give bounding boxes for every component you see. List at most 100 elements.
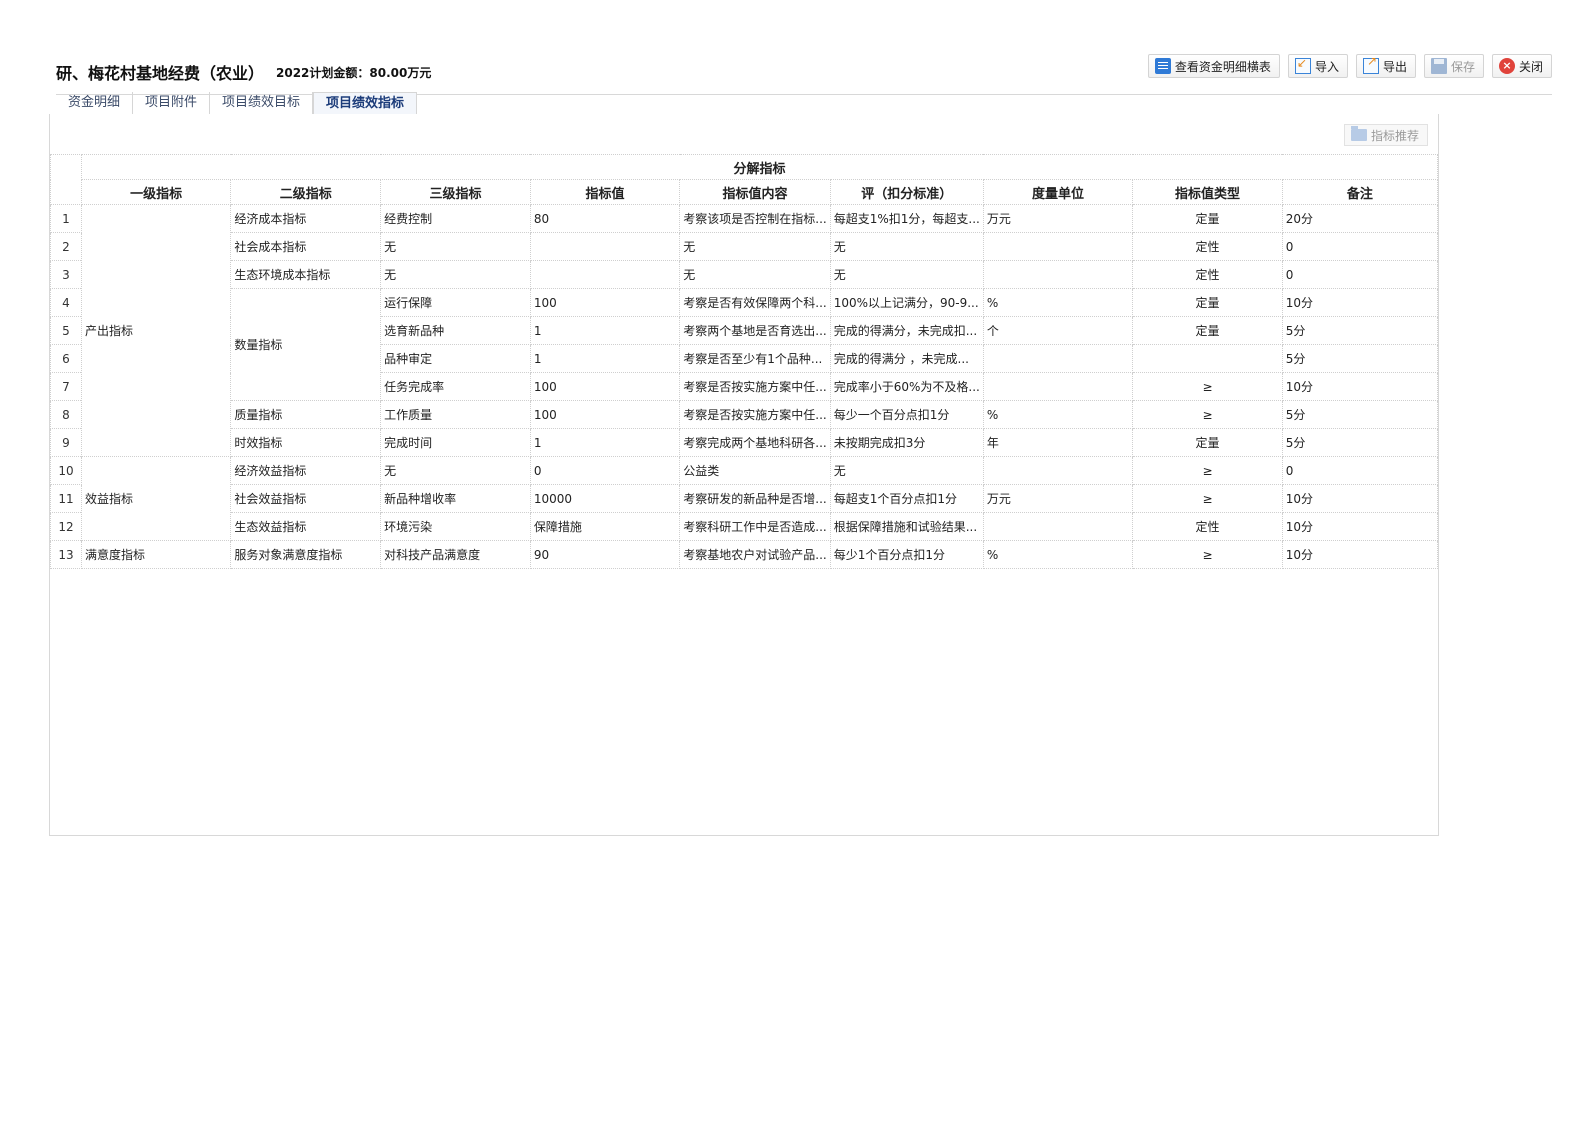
cell-value[interactable]: 100 (529, 288, 681, 317)
table-row[interactable]: 1 产出指标 经济成本指标 经费控制 80 考察该项是否控制在指标... 每超支… (50, 204, 1439, 457)
cell-note[interactable]: 10分 (1281, 288, 1439, 317)
cell-type[interactable]: ≥ (1132, 540, 1283, 569)
cell-value[interactable]: 1 (529, 428, 681, 457)
table-row[interactable]: 12 生态效益指标 环境污染 保障措施 考察科研工作中是否造成... 根据保障措… (50, 512, 1439, 541)
cell-type[interactable]: 定量 (1132, 428, 1283, 457)
cell-content[interactable]: 考察该项是否控制在指标... (679, 204, 831, 233)
cell-value[interactable]: 80 (529, 204, 681, 233)
cell-level1[interactable]: 满意度指标 (80, 540, 232, 569)
cell-level3[interactable]: 无 (380, 260, 531, 289)
cell-score[interactable]: 无 (829, 456, 984, 485)
cell-level2[interactable]: 生态效益指标 (230, 512, 382, 541)
col-header-level3[interactable]: 三级指标 (380, 179, 531, 205)
cell-note[interactable]: 5分 (1281, 428, 1439, 457)
cell-level3[interactable]: 经费控制 (380, 204, 531, 233)
table-row[interactable]: 4 数量指标 运行保障 100 考察是否有效保障两个科... 100%以上记满分… (50, 288, 1439, 401)
cell-level2[interactable]: 社会效益指标 (230, 484, 382, 513)
col-header-score[interactable]: 评（扣分标准） (829, 179, 984, 205)
cell-type[interactable]: 定性 (1132, 512, 1283, 541)
cell-level1[interactable]: 效益指标 (80, 456, 232, 541)
cell-unit[interactable]: 万元 (982, 484, 1134, 513)
cell-type[interactable]: 定性 (1132, 232, 1283, 261)
cell-level2[interactable]: 质量指标 (230, 400, 382, 429)
cell-note[interactable]: 5分 (1281, 316, 1439, 345)
col-header-value[interactable]: 指标值 (529, 179, 681, 205)
table-row[interactable]: 8 质量指标 工作质量 100 考察是否按实施方案中任... 每少一个百分点扣1… (50, 400, 1439, 429)
cell-value[interactable] (529, 260, 681, 289)
cell-content[interactable]: 考察基地农户对试验产品... (679, 540, 831, 569)
cell-level3[interactable]: 无 (380, 232, 531, 261)
cell-note[interactable]: 20分 (1281, 204, 1439, 233)
cell-level3[interactable]: 任务完成率 (380, 372, 531, 401)
cell-level3[interactable]: 运行保障 (380, 288, 531, 317)
col-header-level1[interactable]: 一级指标 (80, 179, 232, 205)
col-header-level2[interactable]: 二级指标 (230, 179, 382, 205)
cell-value[interactable]: 100 (529, 400, 681, 429)
table-row[interactable]: 10 效益指标 经济效益指标 无 0 公益类 无 ≥ 0 (50, 456, 1439, 541)
cell-unit[interactable] (982, 232, 1134, 261)
table-row[interactable]: 2 社会成本指标 无 无 无 定性 0 (50, 232, 1439, 261)
cell-note[interactable]: 0 (1281, 260, 1439, 289)
cell-value[interactable]: 100 (529, 372, 681, 401)
cell-unit[interactable] (982, 260, 1134, 289)
cell-type[interactable]: 定量 (1132, 316, 1283, 345)
view-fund-detail-button[interactable]: 查看资金明细横表 (1147, 54, 1280, 78)
import-button[interactable]: 导入 (1287, 54, 1348, 78)
cell-note[interactable]: 0 (1281, 456, 1439, 485)
cell-score[interactable]: 无 (829, 260, 984, 289)
cell-type[interactable]: ≥ (1132, 456, 1283, 485)
cell-note[interactable]: 10分 (1281, 540, 1439, 569)
cell-type[interactable]: ≥ (1132, 400, 1283, 429)
cell-type[interactable]: ≥ (1132, 484, 1283, 513)
cell-unit[interactable]: % (982, 540, 1134, 569)
save-button[interactable]: 保存 (1423, 54, 1484, 78)
cell-content[interactable]: 无 (679, 232, 831, 261)
tab-performance-goals[interactable]: 项目绩效目标 (210, 92, 314, 114)
cell-level3[interactable]: 无 (380, 456, 531, 485)
cell-type[interactable] (1132, 344, 1283, 373)
cell-unit[interactable]: 年 (982, 428, 1134, 457)
cell-type[interactable]: 定量 (1132, 204, 1283, 233)
cell-score[interactable]: 无 (829, 232, 984, 261)
cell-level3[interactable]: 品种审定 (380, 344, 531, 373)
cell-value[interactable]: 保障措施 (529, 512, 681, 541)
cell-content[interactable]: 考察是否按实施方案中任... (679, 372, 831, 401)
cell-level2[interactable]: 数量指标 (230, 288, 382, 401)
cell-content[interactable]: 考察研发的新品种是否增... (679, 484, 831, 513)
table-row[interactable]: 3 生态环境成本指标 无 无 无 定性 0 (50, 260, 1439, 289)
cell-score[interactable]: 100%以上记满分，90-9... (829, 288, 984, 317)
cell-value[interactable]: 1 (529, 316, 681, 345)
cell-score[interactable]: 未按期完成扣3分 (829, 428, 984, 457)
cell-content[interactable]: 无 (679, 260, 831, 289)
cell-score[interactable]: 根据保障措施和试验结果... (829, 512, 984, 541)
cell-score[interactable]: 完成的得满分，未完成扣... (829, 316, 984, 345)
table-row[interactable]: 11 社会效益指标 新品种增收率 10000 考察研发的新品种是否增... 每超… (50, 484, 1439, 513)
cell-content[interactable]: 考察科研工作中是否造成... (679, 512, 831, 541)
cell-level2[interactable]: 经济成本指标 (230, 204, 382, 233)
cell-unit[interactable]: % (982, 400, 1134, 429)
cell-note[interactable]: 10分 (1281, 512, 1439, 541)
cell-value[interactable]: 10000 (529, 484, 681, 513)
cell-score[interactable]: 完成的得满分 ，未完成... (829, 344, 984, 373)
close-button[interactable]: × 关闭 (1491, 54, 1552, 78)
cell-level3[interactable]: 工作质量 (380, 400, 531, 429)
cell-note[interactable]: 5分 (1281, 344, 1439, 373)
table-row[interactable]: 9 时效指标 完成时间 1 考察完成两个基地科研各... 未按期完成扣3分 年 … (50, 428, 1439, 457)
cell-score[interactable]: 完成率小于60%为不及格... (829, 372, 984, 401)
col-header-unit[interactable]: 度量单位 (982, 179, 1134, 205)
cell-value[interactable]: 0 (529, 456, 681, 485)
cell-content[interactable]: 考察完成两个基地科研各... (679, 428, 831, 457)
cell-level3[interactable]: 对科技产品满意度 (380, 540, 531, 569)
col-header-type[interactable]: 指标值类型 (1132, 179, 1283, 205)
cell-value[interactable]: 90 (529, 540, 681, 569)
tab-fund-detail[interactable]: 资金明细 (56, 92, 134, 114)
cell-score[interactable]: 每少一个百分点扣1分 (829, 400, 984, 429)
cell-content[interactable]: 考察两个基地是否育选出... (679, 316, 831, 345)
cell-note[interactable]: 0 (1281, 232, 1439, 261)
tab-attachments[interactable]: 项目附件 (133, 92, 211, 114)
cell-unit[interactable] (982, 456, 1134, 485)
indicator-recommend-button[interactable]: 指标推荐 (1343, 124, 1428, 146)
cell-level1[interactable]: 产出指标 (80, 204, 232, 457)
cell-level2[interactable]: 经济效益指标 (230, 456, 382, 485)
cell-level2[interactable]: 服务对象满意度指标 (230, 540, 382, 569)
